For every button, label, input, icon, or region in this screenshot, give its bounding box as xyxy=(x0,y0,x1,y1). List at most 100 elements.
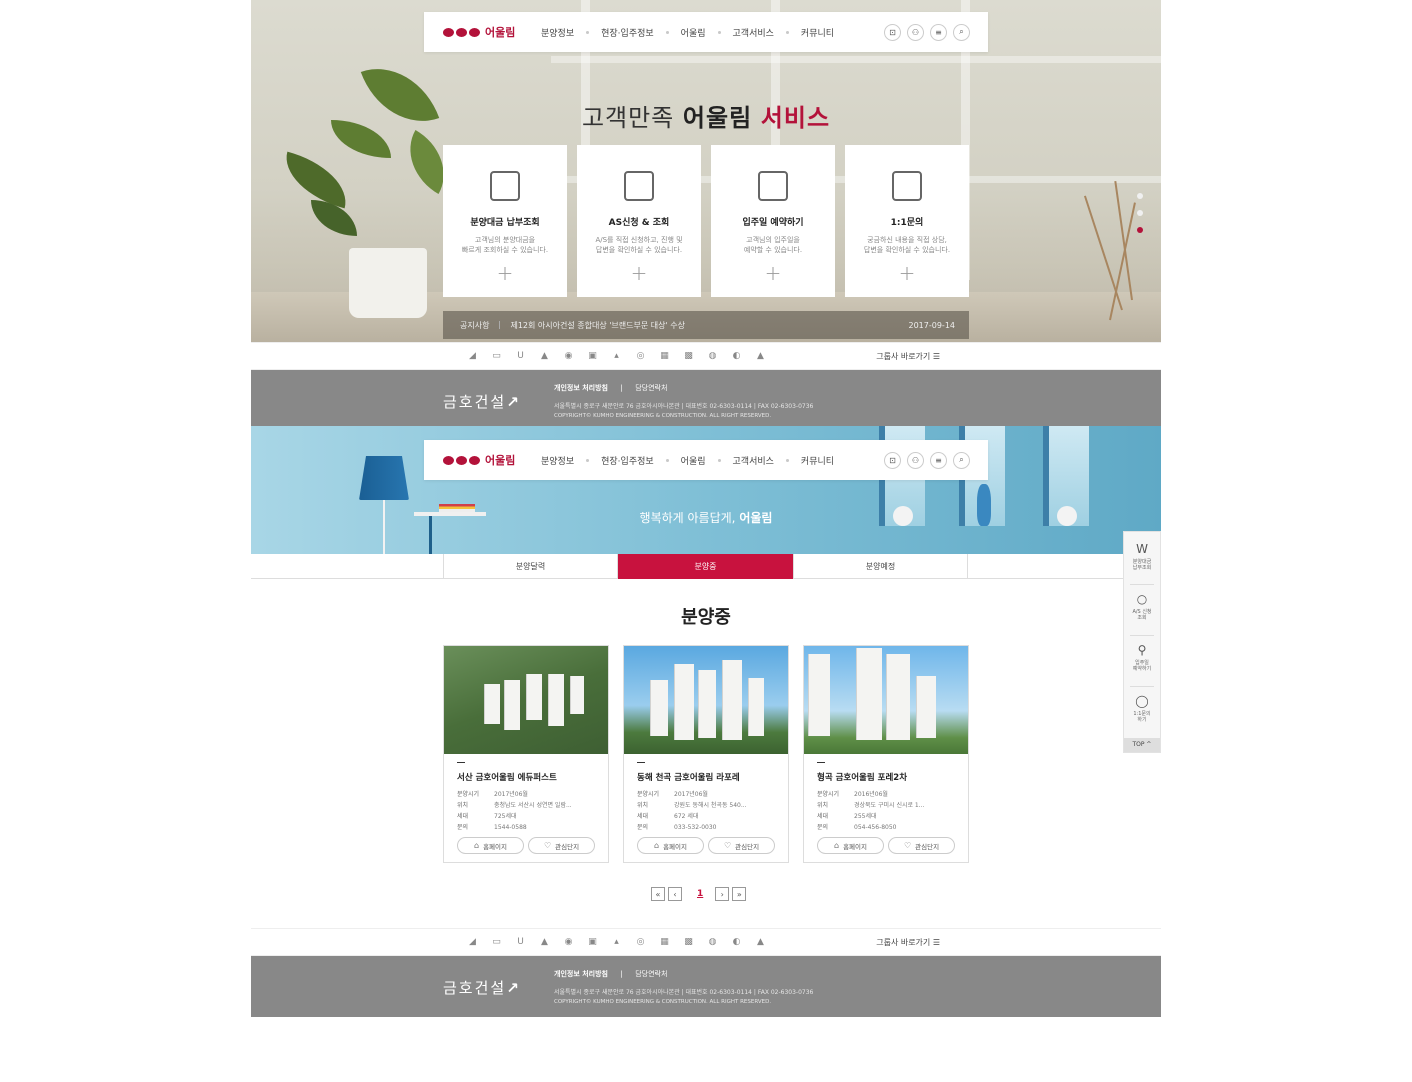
affiliate-icon[interactable]: ▩ xyxy=(683,351,694,361)
privacy-link[interactable]: 개인정보 처리방침 xyxy=(554,970,608,978)
plus-icon[interactable]: + xyxy=(711,261,835,285)
affiliate-icon[interactable]: ▩ xyxy=(683,937,694,947)
affiliate-icon[interactable]: ◎ xyxy=(635,351,646,361)
nav-item-brand[interactable]: 어울림 xyxy=(681,454,706,467)
service-card-as[interactable]: AS신청 & 조회 A/S를 직접 신청하고, 진행 및 답변을 확인하실 수 … xyxy=(577,145,701,297)
page-number-current[interactable]: 1 xyxy=(697,889,703,899)
nav-item-community[interactable]: 커뮤니티 xyxy=(801,454,834,467)
homepage-button[interactable]: ⌂ 홈페이지 xyxy=(457,837,524,854)
affiliate-icon[interactable]: ▴ xyxy=(611,351,622,361)
affiliate-icon[interactable]: ◢ xyxy=(467,937,478,947)
affiliate-icon[interactable]: ◐ xyxy=(731,351,742,361)
plus-icon[interactable]: + xyxy=(845,261,969,285)
affiliate-icon[interactable]: ▲ xyxy=(539,351,550,361)
affiliate-icon[interactable]: ▣ xyxy=(587,937,598,947)
menu-icon[interactable]: ≡ xyxy=(930,451,947,469)
contact-link[interactable]: 담당연락처 xyxy=(635,384,667,392)
nav-item-sale-info[interactable]: 분양정보 xyxy=(541,26,574,39)
quick-item-move-in[interactable]: ⚲ 입주일 예약하기 xyxy=(1124,643,1160,672)
affiliate-icon[interactable]: U xyxy=(515,937,526,947)
lock-icon[interactable]: ⊡ xyxy=(884,23,901,41)
slide-dot-active[interactable] xyxy=(1137,227,1143,233)
quick-item-payment[interactable]: W 분양대금 납부조회 xyxy=(1124,542,1160,571)
footer-logo[interactable]: 금호건설↗ xyxy=(443,977,521,998)
nav-item-customer-service[interactable]: 고객서비스 xyxy=(733,454,774,467)
group-shortcut[interactable]: 그룹사 바로가기 ☰ xyxy=(876,937,940,948)
brand-logo[interactable]: 어울림 xyxy=(443,24,533,40)
nav-item-community[interactable]: 커뮤니티 xyxy=(801,26,834,39)
hero2-title-part2: 어울림 xyxy=(739,511,773,525)
notice-bar[interactable]: 공지사항 제12회 아시아건설 종합대상 '브랜드부문 대상' 수상 2017-… xyxy=(443,311,969,339)
affiliate-icon[interactable]: ◉ xyxy=(563,937,574,947)
plus-icon[interactable]: + xyxy=(577,261,701,285)
project-name[interactable]: 서산 금호어울림 에듀퍼스트 xyxy=(457,771,557,783)
service-card-payment[interactable]: 분양대금 납부조회 고객님의 분양대금을 빠르게 조회하실 수 있습니다. + xyxy=(443,145,567,297)
affiliate-icon[interactable]: ◐ xyxy=(731,937,742,947)
nav-item-brand[interactable]: 어울림 xyxy=(681,26,706,39)
top-button[interactable]: TOP ^ xyxy=(1124,738,1160,752)
quick-item-as[interactable]: ○ A/S 신청 조회 xyxy=(1124,592,1160,621)
service-card-move-in[interactable]: 입주일 예약하기 고객님의 입주일을 예약할 수 있습니다. + xyxy=(711,145,835,297)
user-icon[interactable]: ⚇ xyxy=(907,23,924,41)
footer-logo[interactable]: 금호건설↗ xyxy=(443,391,521,412)
prev-page-button[interactable]: ‹ xyxy=(668,887,682,901)
footer-logo-text: 금호건설 xyxy=(443,979,507,997)
affiliate-icon[interactable]: ▣ xyxy=(587,351,598,361)
affiliate-icon[interactable]: ▲ xyxy=(755,351,766,361)
slide-dot[interactable] xyxy=(1137,193,1143,199)
search-icon[interactable]: ⌕ xyxy=(953,23,970,41)
affiliate-icon[interactable]: ▭ xyxy=(491,351,502,361)
privacy-link[interactable]: 개인정보 처리방침 xyxy=(554,384,608,392)
nav-item-sale-info[interactable]: 분양정보 xyxy=(541,454,574,467)
affiliate-icon[interactable]: ▲ xyxy=(539,937,550,947)
search-icon[interactable]: ⌕ xyxy=(953,451,970,469)
tab-sale-calendar[interactable]: 분양달력 xyxy=(443,554,618,579)
nav-item-site-info[interactable]: 현장·입주정보 xyxy=(601,454,654,467)
user-icon[interactable]: ⚇ xyxy=(907,451,924,469)
homepage-button[interactable]: ⌂ 홈페이지 xyxy=(817,837,884,854)
tab-on-sale[interactable]: 분양중 xyxy=(618,554,793,579)
favorite-button[interactable]: ♡ 관심단지 xyxy=(528,837,595,854)
first-page-button[interactable]: « xyxy=(651,887,665,901)
contact-link[interactable]: 담당연락처 xyxy=(635,970,667,978)
favorite-button[interactable]: ♡ 관심단지 xyxy=(888,837,955,854)
affiliate-icon[interactable]: ◉ xyxy=(563,351,574,361)
affiliate-icon[interactable]: U xyxy=(515,351,526,361)
homepage-button[interactable]: ⌂ 홈페이지 xyxy=(637,837,704,854)
project-card[interactable]: 형곡 금호어울림 포레2차 분양시기 2016년06월 위치 경상북도 구미시 신시… xyxy=(803,645,969,863)
affiliate-icon[interactable]: ◢ xyxy=(467,351,478,361)
affiliate-icon[interactable]: ▦ xyxy=(659,937,670,947)
project-name[interactable]: 동해 천곡 금호어울림 라포레 xyxy=(637,771,740,783)
brand-logo[interactable]: 어울림 xyxy=(443,452,533,468)
card-title: AS신청 & 조회 xyxy=(608,218,670,228)
tab-upcoming[interactable]: 분양예정 xyxy=(793,554,968,579)
quick-item-inquiry[interactable]: ◯ 1:1문의 하기 xyxy=(1124,694,1160,723)
project-card[interactable]: 동해 천곡 금호어울림 라포레 분양시기 2017년06월 위치 강원도 동해시 천… xyxy=(623,645,789,863)
group-shortcut[interactable]: 그룹사 바로가기 ☰ xyxy=(876,351,940,362)
menu-icon[interactable]: ≡ xyxy=(930,23,947,41)
nav-item-site-info[interactable]: 현장·입주정보 xyxy=(601,26,654,39)
building xyxy=(650,680,668,736)
lock-icon[interactable]: ⊡ xyxy=(884,451,901,469)
project-name[interactable]: 형곡 금호어울림 포레2차 xyxy=(817,771,907,783)
affiliate-icon[interactable]: ◍ xyxy=(707,937,718,947)
plus-icon[interactable]: + xyxy=(443,261,567,285)
project-card[interactable]: 서산 금호어울림 에듀퍼스트 분양시기 2017년06월 위치 충청남도 서산시 성… xyxy=(443,645,609,863)
building xyxy=(570,676,584,714)
next-page-button[interactable]: › xyxy=(715,887,730,901)
affiliate-icon[interactable]: ▦ xyxy=(659,351,670,361)
affiliate-icon[interactable]: ▴ xyxy=(611,937,622,947)
affiliate-icon[interactable]: ◍ xyxy=(707,351,718,361)
project-image[interactable] xyxy=(624,646,788,754)
affiliate-icon[interactable]: ▲ xyxy=(755,937,766,947)
affiliate-icon[interactable]: ◎ xyxy=(635,937,646,947)
slide-dot[interactable] xyxy=(1137,210,1143,216)
favorite-button[interactable]: ♡ 관심단지 xyxy=(708,837,775,854)
project-image[interactable] xyxy=(444,646,608,754)
affiliate-icon[interactable]: ▭ xyxy=(491,937,502,947)
service-card-inquiry[interactable]: 1:1문의 궁금하신 내용을 직접 상담, 답변을 확인하실 수 있습니다. + xyxy=(845,145,969,297)
last-page-button[interactable]: » xyxy=(732,887,747,901)
notice-text[interactable]: 제12회 아시아건설 종합대상 '브랜드부문 대상' 수상 xyxy=(510,320,685,331)
project-image[interactable] xyxy=(804,646,968,754)
nav-item-customer-service[interactable]: 고객서비스 xyxy=(733,26,774,39)
